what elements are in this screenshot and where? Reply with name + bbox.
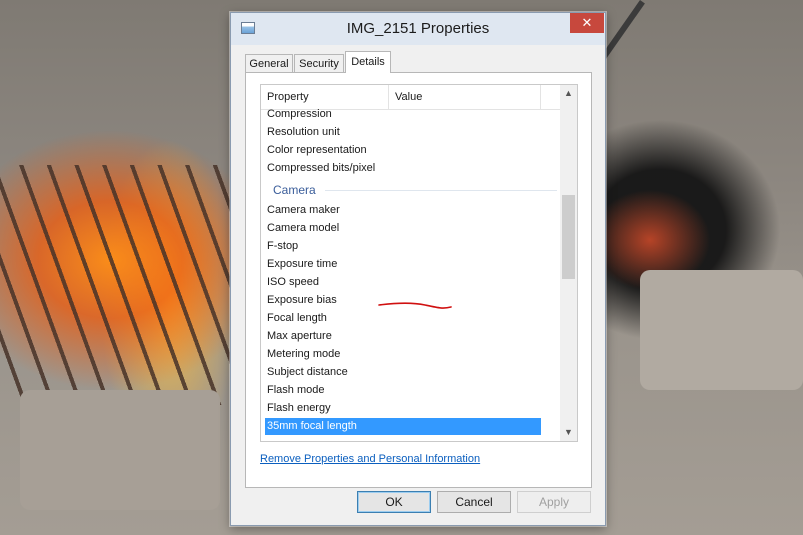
remove-properties-link[interactable]: Remove Properties and Personal Informati… [260, 453, 480, 465]
properties-dialog: IMG_2151 Properties ✕ General Security D… [230, 12, 606, 526]
list-item[interactable]: Max aperture [265, 328, 541, 345]
background-grill [0, 165, 235, 405]
list-item[interactable]: Subject distance [265, 364, 541, 381]
scroll-thumb[interactable] [562, 195, 575, 279]
list-item[interactable]: Camera model [265, 220, 541, 237]
list-item[interactable]: F-stop [265, 238, 541, 255]
background-rock [640, 270, 803, 390]
background-rock [20, 390, 220, 510]
list-item[interactable]: Resolution unit [265, 124, 541, 141]
group-header-camera[interactable]: Camera [273, 182, 557, 198]
list-item[interactable]: Metering mode [265, 346, 541, 363]
details-panel: Property Value Compression Resolution un… [245, 72, 592, 488]
window-title: IMG_2151 Properties [346, 20, 490, 37]
scroll-down-arrow-icon[interactable]: ▼ [560, 424, 577, 441]
list-item[interactable]: ISO speed [265, 274, 541, 291]
list-item[interactable]: Exposure time [265, 256, 541, 273]
tab-general[interactable]: General [245, 54, 293, 73]
list-item[interactable]: Color representation [265, 142, 541, 159]
list-item[interactable]: Camera maker [265, 202, 541, 219]
scroll-up-arrow-icon[interactable]: ▲ [560, 85, 577, 102]
ok-button[interactable]: OK [357, 491, 431, 513]
properties-list[interactable]: Property Value Compression Resolution un… [260, 84, 578, 442]
cancel-button[interactable]: Cancel [437, 491, 511, 513]
apply-button[interactable]: Apply [517, 491, 591, 513]
list-item[interactable]: Flash mode [265, 382, 541, 399]
list-item[interactable]: Compression [265, 106, 541, 123]
group-label: Camera [273, 183, 316, 197]
group-divider [325, 190, 557, 191]
red-annotation-mark [378, 302, 452, 309]
tab-details[interactable]: Details [345, 51, 391, 73]
list-item-selected[interactable]: 35mm focal length [265, 418, 541, 435]
tab-security[interactable]: Security [294, 54, 344, 73]
close-button[interactable]: ✕ [570, 13, 604, 33]
list-item[interactable]: Flash energy [265, 400, 541, 417]
title-bar[interactable]: IMG_2151 Properties ✕ [231, 13, 605, 45]
vertical-scrollbar[interactable]: ▲ ▼ [560, 85, 577, 441]
list-item[interactable]: Compressed bits/pixel [265, 160, 541, 177]
